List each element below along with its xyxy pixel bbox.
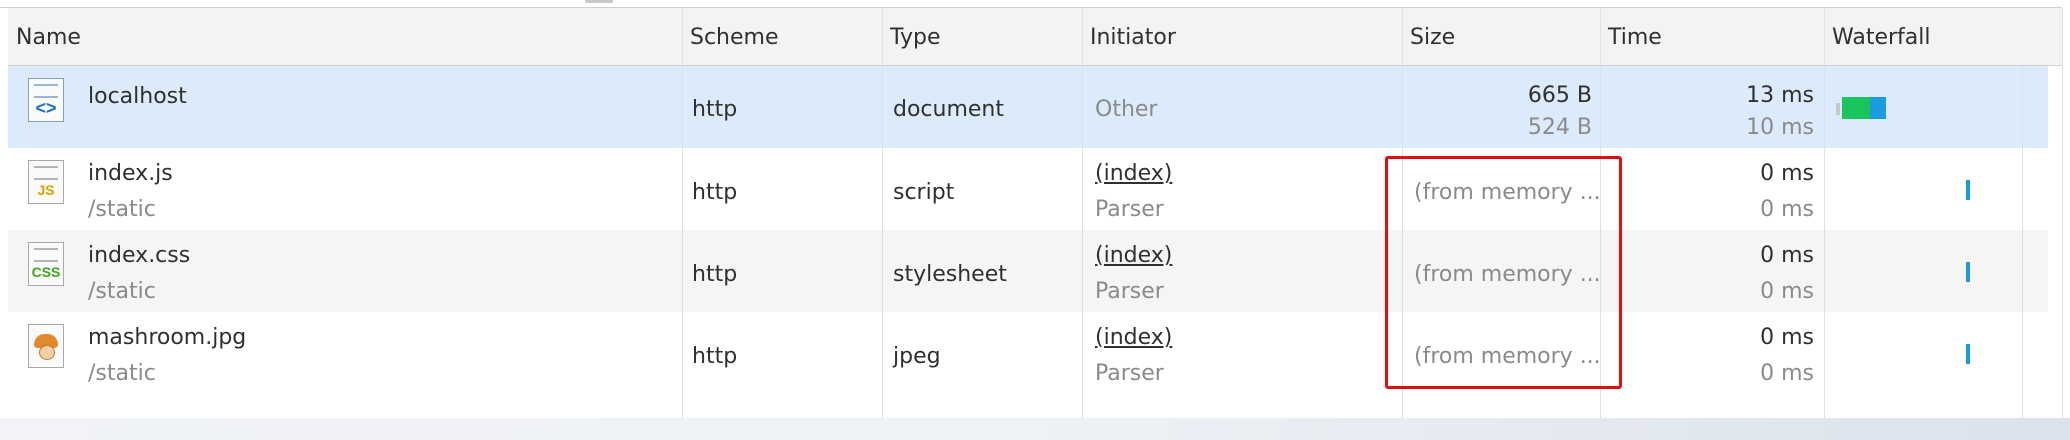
request-path: /static [88,361,156,386]
request-name[interactable]: index.css [88,243,190,268]
initiator-type: Parser [1095,279,1164,304]
request-name[interactable]: mashroom.jpg [88,325,246,350]
request-time: 0 ms [1760,325,1814,350]
request-latency: 0 ms [1760,361,1814,386]
js-file-icon: JS [28,160,64,204]
html-file-icon: <> [28,78,64,122]
initiator-link[interactable]: (index) [1095,161,1172,186]
waterfall-bar[interactable] [1836,97,1888,119]
request-scheme: http [692,344,738,369]
network-panel: Name Scheme Type Initiator Size Time Wat… [0,0,2070,418]
initiator-link[interactable]: (index) [1095,243,1172,268]
initiator-link[interactable]: (index) [1095,325,1172,350]
request-scheme: http [692,97,738,122]
column-header-initiator[interactable]: Initiator [1082,8,1402,66]
waterfall-bar[interactable] [1966,262,1970,282]
column-header-name[interactable]: Name [8,8,682,66]
column-divider[interactable] [882,8,883,418]
request-type: stylesheet [893,262,1007,287]
column-divider[interactable] [1824,8,1825,418]
request-type: document [893,97,1004,122]
column-header-scheme[interactable]: Scheme [682,8,882,66]
request-initiator: Other [1095,97,1158,122]
column-header-time[interactable]: Time [1600,8,1824,66]
request-size: 665 B [1527,83,1592,108]
request-size-content: 524 B [1527,115,1592,140]
request-type: jpeg [893,344,941,369]
request-path: /static [88,197,156,222]
request-path: /static [88,279,156,304]
request-time: 0 ms [1760,243,1814,268]
request-type: script [893,180,955,205]
waterfall-divider [2022,66,2023,418]
request-time: 0 ms [1760,161,1814,186]
request-name[interactable]: index.js [88,161,173,186]
waterfall-bar[interactable] [1966,344,1970,364]
waterfall-bar[interactable] [1966,180,1970,200]
column-header-type[interactable]: Type [882,8,1082,66]
column-header-size[interactable]: Size [1402,8,1600,66]
request-time: 13 ms [1746,83,1814,108]
request-latency: 0 ms [1760,197,1814,222]
resize-handle[interactable] [585,0,613,3]
request-latency: 0 ms [1760,279,1814,304]
request-scheme: http [692,180,738,205]
size-highlight-box [1385,156,1622,389]
image-file-icon [28,324,64,368]
panel-bottom-edge [0,418,2070,440]
table-right-border [2062,8,2063,418]
request-name[interactable]: localhost [88,84,187,109]
initiator-type: Parser [1095,197,1164,222]
column-header-waterfall[interactable]: Waterfall [1824,8,2062,66]
initiator-type: Parser [1095,361,1164,386]
table-filler [8,394,2048,418]
request-scheme: http [692,262,738,287]
column-divider[interactable] [1082,8,1083,418]
request-latency: 10 ms [1746,115,1814,140]
column-divider[interactable] [682,8,683,418]
css-file-icon: CSS [28,242,64,286]
